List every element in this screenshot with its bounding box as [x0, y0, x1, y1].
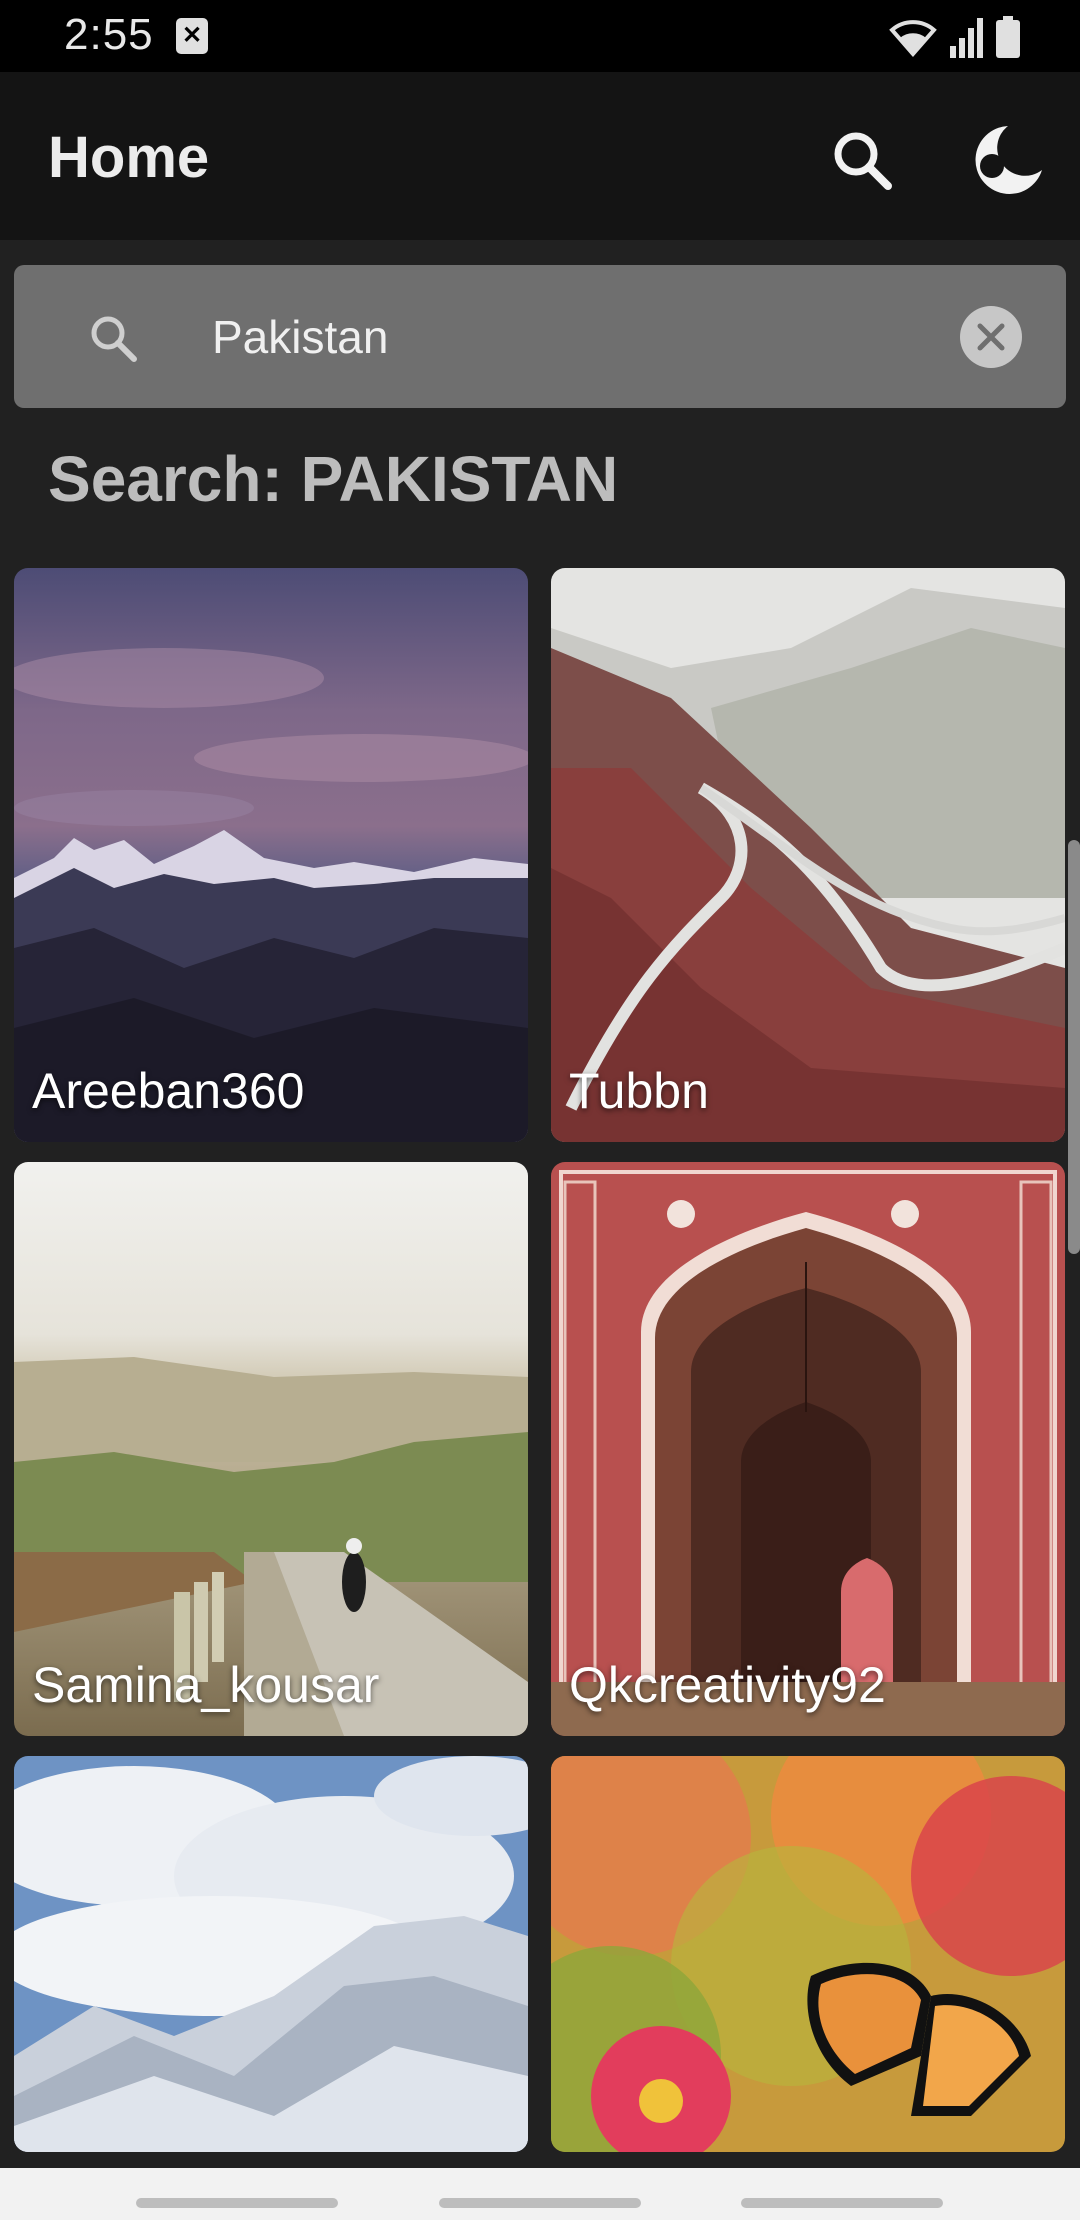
butterfly-flower-image: [551, 1756, 1065, 2152]
clear-search-button[interactable]: [960, 306, 1022, 368]
mountain-road-image: [551, 568, 1065, 1142]
card-label: Tubbn: [569, 1063, 709, 1119]
wifi-icon: [889, 20, 937, 58]
image-card[interactable]: Areeban360: [14, 568, 528, 1142]
search-button[interactable]: [826, 124, 900, 198]
back-nav-button[interactable]: [741, 2198, 943, 2208]
moon-theme-icon: [975, 126, 1042, 194]
page-title: Home: [48, 125, 210, 190]
card-label: Samina_kousar: [32, 1657, 380, 1713]
search-icon: [834, 132, 892, 190]
image-card[interactable]: Qkcreativity92: [551, 1162, 1065, 1736]
image-card[interactable]: [551, 1756, 1065, 2152]
search-input[interactable]: [212, 265, 932, 408]
results-heading: Search: PAKISTAN: [48, 443, 619, 515]
dusty-road-image: [14, 1162, 528, 1736]
status-bar: 2:55 ✕: [0, 0, 1080, 72]
signal-icon: [950, 18, 983, 58]
card-label: Areeban360: [32, 1063, 305, 1119]
card-label: Qkcreativity92: [569, 1657, 886, 1713]
image-card[interactable]: Tubbn: [551, 568, 1065, 1142]
status-icons: [888, 14, 1020, 58]
app-bar: Home: [0, 72, 1080, 240]
search-bar: [14, 265, 1066, 408]
mosque-arch-image: [551, 1162, 1065, 1736]
home-nav-button[interactable]: [439, 2198, 641, 2208]
theme-toggle-button[interactable]: [962, 116, 1048, 202]
system-nav-bar: [0, 2168, 1080, 2220]
image-card[interactable]: [14, 1756, 528, 2152]
search-icon: [91, 316, 137, 362]
mountain-dusk-image: [14, 568, 528, 1142]
status-time: 2:55: [64, 10, 154, 59]
scrollbar[interactable]: [1068, 840, 1080, 1254]
recents-nav-button[interactable]: [136, 2198, 338, 2208]
clear-icon: [977, 323, 1005, 351]
x-notification-icon: ✕: [176, 18, 208, 54]
image-card[interactable]: Samina_kousar: [14, 1162, 528, 1736]
battery-icon: [996, 16, 1020, 58]
snowy-mountain-image: [14, 1756, 528, 2152]
